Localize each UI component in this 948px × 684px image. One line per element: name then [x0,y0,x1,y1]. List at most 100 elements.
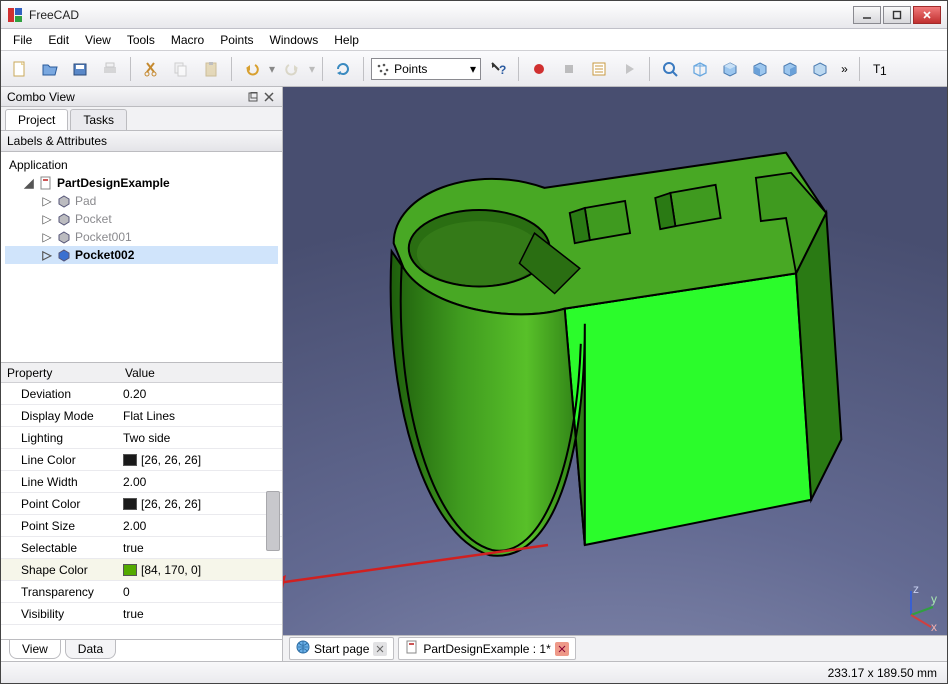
prop-shape-color[interactable]: Shape Color[84, 170, 0] [1,559,282,581]
svg-text:?: ? [499,63,506,77]
menu-tools[interactable]: Tools [119,31,163,49]
prop-selectable[interactable]: Selectabletrue [1,537,282,559]
tree-document[interactable]: ◢ PartDesignExample [5,174,278,192]
expand-icon[interactable]: ▷ [41,194,53,208]
new-file-icon[interactable] [7,56,33,82]
save-icon[interactable] [67,56,93,82]
tab-view[interactable]: View [9,640,61,659]
close-tab-icon[interactable] [555,642,569,656]
expand-icon[interactable]: ▷ [41,230,53,244]
prop-name: Point Color [1,497,119,511]
tab-project[interactable]: Project [5,109,68,130]
prop-value: 2.00 [123,519,146,533]
maximize-button[interactable] [883,6,911,24]
toolbar-overflow-icon[interactable]: » [837,62,852,76]
prop-name: Selectable [1,541,119,555]
chevron-down-icon[interactable]: ▾ [309,62,315,76]
prop-display-mode[interactable]: Display ModeFlat Lines [1,405,282,427]
axo-view-icon[interactable] [687,56,713,82]
svg-text:x: x [931,620,937,631]
doctab-label: PartDesignExample : 1* [423,642,550,656]
feature-icon [56,211,72,227]
close-tab-icon[interactable] [373,642,387,656]
tree-item-pocket[interactable]: ▷Pocket [5,210,278,228]
tree-item-label: Pocket002 [75,248,134,262]
model-render [283,87,947,661]
globe-icon [296,640,310,657]
prop-lighting[interactable]: LightingTwo side [1,427,282,449]
menu-edit[interactable]: Edit [40,31,77,49]
right-view-icon[interactable] [777,56,803,82]
scrollbar-thumb[interactable] [266,491,280,551]
prop-name: Line Width [1,475,119,489]
property-tabs: View Data [1,639,282,661]
axis-gizmo: z y x [893,585,939,631]
undock-icon[interactable] [246,90,260,104]
close-button[interactable] [913,6,941,24]
rear-view-icon[interactable] [807,56,833,82]
prop-value: [26, 26, 26] [141,497,201,511]
app-icon [7,7,23,23]
prop-line-color[interactable]: Line Color [26, 26, 26] [1,449,282,471]
expand-icon[interactable]: ▷ [41,212,53,226]
expand-icon[interactable]: ▷ [41,248,53,262]
sketch-icon[interactable]: T1 [867,56,893,82]
close-panel-icon[interactable] [262,90,276,104]
doctab-label: Start page [314,642,369,656]
front-view-icon[interactable] [717,56,743,82]
menu-windows[interactable]: Windows [262,31,327,49]
copy-icon[interactable] [168,56,194,82]
collapse-icon[interactable]: ◢ [23,176,35,190]
prop-value: [26, 26, 26] [141,453,201,467]
macro-list-icon[interactable] [586,56,612,82]
menu-file[interactable]: File [5,31,40,49]
model-tree[interactable]: Application ◢ PartDesignExample ▷Pad▷Poc… [1,152,282,362]
prop-line-width[interactable]: Line Width 2.00 [1,471,282,493]
menu-macro[interactable]: Macro [163,31,212,49]
undo-icon[interactable] [239,56,265,82]
tree-item-pocket001[interactable]: ▷Pocket001 [5,228,278,246]
doctab-partdesign[interactable]: PartDesignExample : 1* [398,637,575,660]
redo-icon[interactable] [279,56,305,82]
open-file-icon[interactable] [37,56,63,82]
prop-value: Two side [123,431,170,445]
record-macro-icon[interactable] [526,56,552,82]
color-swatch [123,454,137,466]
chevron-down-icon[interactable]: ▾ [269,62,275,76]
prop-point-color[interactable]: Point Color [26, 26, 26] [1,493,282,515]
tree-root[interactable]: Application [5,156,278,174]
prop-value: true [123,607,144,621]
col-property[interactable]: Property [1,363,119,382]
prop-point-size[interactable]: Point Size2.00 [1,515,282,537]
play-macro-icon[interactable] [616,56,642,82]
prop-deviation[interactable]: Deviation0.20 [1,383,282,405]
col-value[interactable]: Value [119,363,161,382]
top-view-icon[interactable] [747,56,773,82]
status-coords: 233.17 x 189.50 mm [828,666,937,680]
print-icon[interactable] [97,56,123,82]
workbench-selector[interactable]: Points ▾ [371,58,481,80]
cut-icon[interactable] [138,56,164,82]
prop-value: 2.00 [123,475,146,489]
whatsthis-icon[interactable]: ? [485,56,511,82]
prop-transparency[interactable]: Transparency0 [1,581,282,603]
doctab-startpage[interactable]: Start page [289,637,394,660]
stop-macro-icon[interactable] [556,56,582,82]
3d-viewport[interactable]: z y x Start page PartDesignExample : 1* [283,87,947,661]
minimize-button[interactable] [853,6,881,24]
panel-title-label: Combo View [7,90,75,104]
tree-item-pocket002[interactable]: ▷ Pocket002 [5,246,278,264]
paste-icon[interactable] [198,56,224,82]
tab-data[interactable]: Data [65,640,116,659]
menu-points[interactable]: Points [212,31,261,49]
tree-item-pad[interactable]: ▷Pad [5,192,278,210]
tab-tasks[interactable]: Tasks [70,109,127,130]
refresh-icon[interactable] [330,56,356,82]
prop-visibility[interactable]: Visibilitytrue [1,603,282,625]
fit-all-icon[interactable] [657,56,683,82]
svg-text:z: z [913,585,919,596]
prop-name: Line Color [1,453,119,467]
menu-help[interactable]: Help [326,31,367,49]
menu-view[interactable]: View [77,31,119,49]
prop-value: [84, 170, 0] [141,563,201,577]
